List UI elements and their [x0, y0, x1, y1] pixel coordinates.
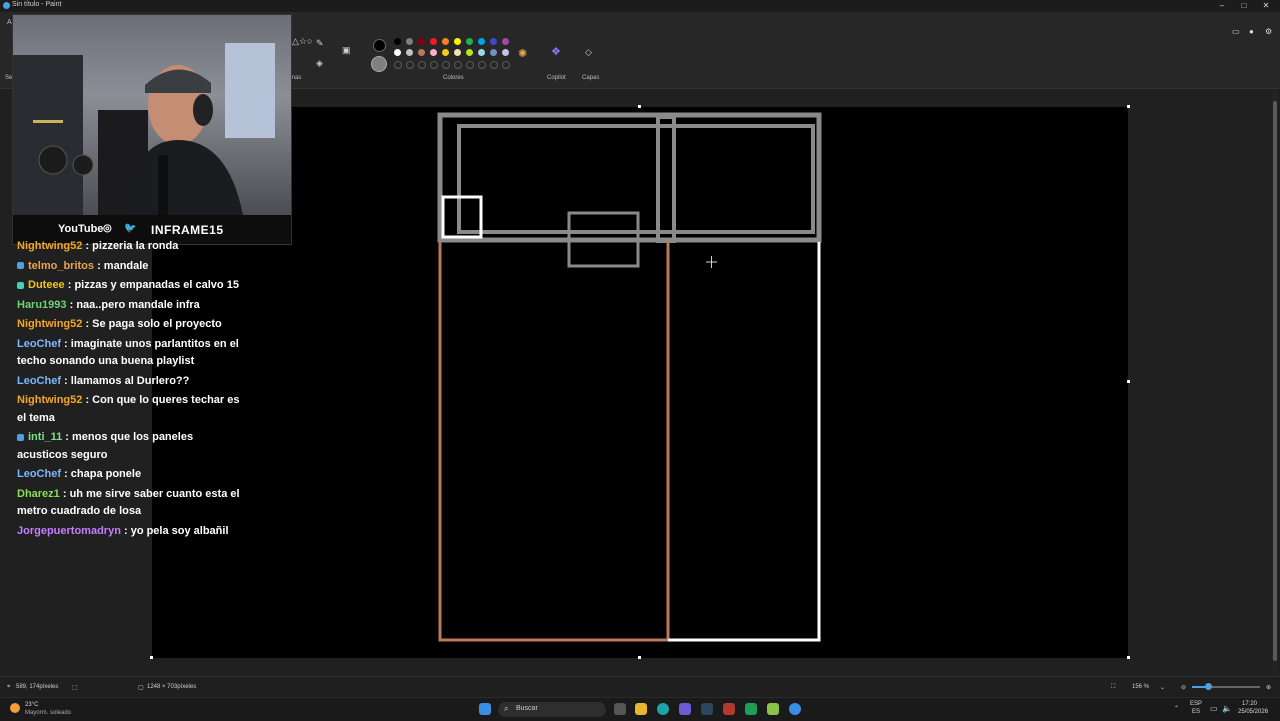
- language-top[interactable]: ESP: [1190, 701, 1202, 707]
- zoom-level[interactable]: 156 %: [1132, 684, 1149, 690]
- task-view-icon[interactable]: [614, 703, 626, 715]
- start-button-icon[interactable]: [479, 703, 491, 715]
- network-icon[interactable]: ▭: [1210, 704, 1218, 713]
- canvas-size: 1248 × 703píxeles: [147, 684, 197, 690]
- chat-message: Nightwing52 : pizzeria la ronda: [12, 238, 240, 256]
- vertical-scrollbar[interactable]: [1272, 89, 1278, 676]
- chat-badge-icon: [17, 262, 24, 270]
- chat-username: Haru1993: [17, 298, 67, 311]
- zoom-slider[interactable]: [1192, 683, 1260, 690]
- roof-divider-rect: [656, 115, 676, 243]
- chat-username: LeoChef: [17, 374, 61, 387]
- chat-message: LeoChef : chapa ponele: [12, 466, 240, 484]
- chat-username: LeoChef: [17, 337, 61, 350]
- chat-overlay: Nightwing52 : pizzeria la ronda telmo_bri…: [12, 238, 240, 542]
- selection-size-icon: ⬚: [72, 685, 78, 691]
- chat-text: : mandale: [94, 259, 149, 272]
- file-explorer-icon[interactable]: [635, 703, 647, 715]
- chat-username: Dharez1: [17, 487, 60, 500]
- discord-icon[interactable]: [679, 703, 691, 715]
- clock-date[interactable]: 25/05/2026: [1238, 709, 1268, 715]
- instagram-icon: ◎: [103, 223, 112, 234]
- webcam-scene: [13, 55, 243, 215]
- weather-icon: [10, 703, 20, 713]
- chat-message: Haru1993 : naa..pero mandale infra: [12, 297, 240, 315]
- search-label: Buscar: [516, 705, 538, 712]
- roof-outer-rect: [437, 112, 822, 243]
- channel-name: INFRAME15: [151, 223, 224, 237]
- tray-overflow-icon[interactable]: ⌃: [1174, 705, 1179, 712]
- app-icon-red[interactable]: [723, 703, 735, 715]
- chat-badge-icon: [17, 281, 24, 289]
- steam-icon[interactable]: [701, 703, 713, 715]
- twitter-icon: 🐦: [124, 223, 137, 234]
- chat-username: Nightwing52: [17, 394, 83, 406]
- chat-text: : naa..pero mandale infra: [66, 298, 200, 311]
- chat-username: Duteee: [28, 279, 65, 291]
- cursor-icon: ⌖: [7, 684, 11, 690]
- youtube-label: YouTube: [58, 223, 104, 235]
- windows-taskbar: 23°C Mayorm. soleado ⌕ Buscar ⌃ ESP ES ▭…: [0, 697, 1280, 721]
- edge-browser-icon[interactable]: [657, 703, 669, 715]
- chat-message: Jorgepuertomadryn : yo pela soy albañil: [12, 523, 240, 541]
- volume-icon[interactable]: 🔈: [1222, 704, 1232, 713]
- chat-username: Nightwing52: [17, 240, 83, 252]
- chat-message: Nightwing52 : Se paga solo el proyecto: [12, 316, 240, 334]
- paint-taskbar-icon[interactable]: [789, 703, 801, 715]
- chat-message: inti_11 : menos que los paneles acustico…: [12, 429, 240, 464]
- chat-username: Jorgepuertomadryn: [17, 524, 121, 537]
- language-bottom[interactable]: ES: [1192, 709, 1200, 715]
- chat-text: : llamamos al Durlero??: [61, 374, 190, 387]
- zoom-slider-knob[interactable]: [1205, 683, 1212, 690]
- canvas-size-icon: ▢: [138, 685, 144, 691]
- brown-room-outline: [438, 242, 670, 642]
- clock-time[interactable]: 17:20: [1242, 701, 1257, 707]
- crosshair-cursor-icon: [706, 256, 717, 268]
- chat-text: : chapa ponele: [61, 468, 142, 480]
- chat-message: Nightwing52 : Con que lo queres techar e…: [12, 392, 240, 427]
- chat-text: : yo pela soy albañil: [120, 524, 229, 537]
- xbox-icon[interactable]: [745, 703, 757, 715]
- chat-username: inti_11: [28, 431, 63, 443]
- zoom-out-icon[interactable]: ⊖: [1181, 684, 1186, 691]
- taskbar-search[interactable]: ⌕ Buscar: [498, 702, 606, 717]
- chat-text: : pizzas y empanadas el calvo 15: [64, 279, 239, 291]
- chat-message: Dharez1 : uh me sirve saber cuanto esta …: [12, 486, 240, 521]
- scrollbar-thumb[interactable]: [1273, 101, 1277, 661]
- chat-message: LeoChef : imaginate unos parlantitos en …: [12, 336, 240, 371]
- chat-text: : pizzeria la ronda: [82, 240, 179, 252]
- webcam-overlay: YouTube ◎ 🐦 INFRAME15: [12, 14, 292, 245]
- status-bar: ⌖ 589, 174píxeles ⬚ ▢ 1248 × 703píxeles …: [0, 676, 1280, 697]
- search-icon: ⌕: [504, 704, 509, 713]
- chat-message: LeoChef : llamamos al Durlero??: [12, 373, 240, 391]
- chat-text: : Se paga solo el proyecto: [82, 318, 222, 330]
- roof-inner-rect: [457, 124, 815, 234]
- zoom-in-icon[interactable]: ⊕: [1266, 684, 1271, 691]
- cursor-position: 589, 174píxeles: [16, 684, 59, 690]
- notepad-icon[interactable]: [767, 703, 779, 715]
- zoom-dropdown-icon[interactable]: ⌄: [1160, 684, 1165, 691]
- fit-to-window-icon[interactable]: ⛶: [1111, 684, 1115, 691]
- weather-desc: Mayorm. soleado: [25, 710, 72, 716]
- weather-temp: 23°C: [25, 702, 39, 708]
- chat-message: telmo_britos : mandale: [12, 258, 240, 276]
- chat-username: telmo_britos: [28, 259, 95, 272]
- chat-badge-icon: [17, 433, 24, 441]
- chat-username: Nightwing52: [17, 318, 83, 330]
- chat-username: LeoChef: [17, 468, 61, 480]
- chat-message: Duteee : pizzas y empanadas el calvo 15: [12, 277, 240, 295]
- white-room-outline: [668, 242, 821, 642]
